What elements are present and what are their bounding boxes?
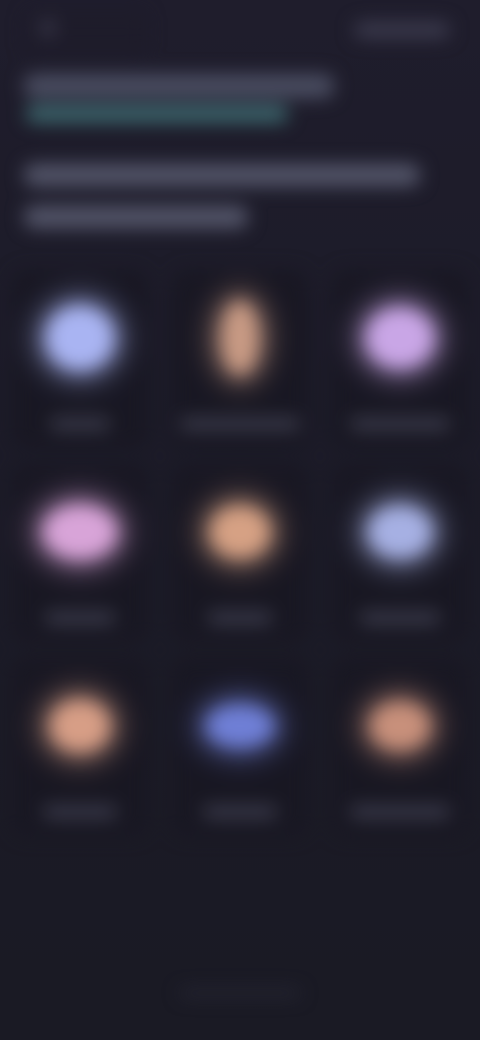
tile-label <box>43 806 117 818</box>
tile-label <box>45 612 115 624</box>
figure-icon <box>220 300 260 376</box>
tile-label <box>50 418 110 430</box>
tile-label <box>180 418 300 430</box>
option-grid <box>0 262 480 844</box>
light-blue-orb-icon <box>367 505 433 559</box>
intro-line-1 <box>24 164 420 186</box>
status-bar <box>0 0 480 56</box>
grid-tile[interactable] <box>320 262 480 456</box>
orange-orb-icon <box>49 699 111 753</box>
grid-tile[interactable] <box>160 456 320 650</box>
grid-tile[interactable] <box>320 650 480 844</box>
grid-tile[interactable] <box>160 262 320 456</box>
app-icon <box>40 20 56 36</box>
peach-orb-icon <box>209 505 271 559</box>
indigo-orb-icon <box>205 704 275 748</box>
tile-label <box>350 418 450 430</box>
home-indicator[interactable] <box>180 990 300 996</box>
system-status-icons <box>354 22 450 38</box>
page-title <box>24 74 334 98</box>
amber-orb-icon <box>369 701 431 751</box>
page-subtitle-link[interactable] <box>26 106 288 122</box>
grid-tile[interactable] <box>320 456 480 650</box>
app-screen <box>0 0 480 1040</box>
grid-tile[interactable] <box>0 456 160 650</box>
grid-tile[interactable] <box>0 262 160 456</box>
tile-label <box>203 806 277 818</box>
tile-label <box>208 612 272 624</box>
tile-label <box>360 612 440 624</box>
intro-text <box>24 164 424 248</box>
blurred-content <box>0 0 480 1040</box>
intro-line-2 <box>24 206 248 228</box>
purple-orb-icon <box>365 307 435 369</box>
tile-label <box>350 806 450 818</box>
blue-orb-icon <box>45 305 115 371</box>
pink-orb-icon <box>42 504 118 560</box>
grid-tile[interactable] <box>160 650 320 844</box>
grid-tile[interactable] <box>0 650 160 844</box>
